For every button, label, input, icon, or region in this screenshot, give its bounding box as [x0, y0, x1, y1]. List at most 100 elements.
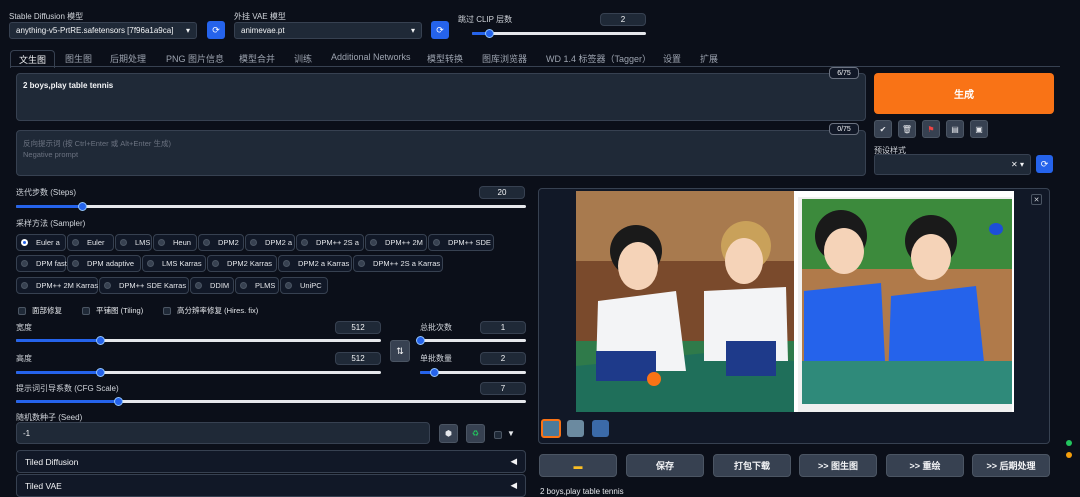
- send-to-img2img-button[interactable]: >> 图生图: [799, 454, 877, 477]
- tab-train[interactable]: 训练: [294, 52, 312, 65]
- radio-dot[interactable]: [21, 260, 28, 267]
- tab-gallery[interactable]: 图库浏览器: [482, 52, 527, 65]
- width-slider-knob[interactable]: [95, 336, 105, 345]
- radio-dot[interactable]: [104, 282, 111, 289]
- height-input[interactable]: 512: [335, 352, 381, 365]
- radio-dot[interactable]: [370, 239, 377, 246]
- triangle-down-icon[interactable]: ▼: [507, 429, 515, 438]
- height-slider-knob[interactable]: [95, 368, 105, 377]
- clip-value-input[interactable]: 2: [600, 13, 646, 26]
- sampler-option[interactable]: DPM2 a: [245, 234, 295, 251]
- radio-dot[interactable]: [285, 282, 292, 289]
- radio-dot[interactable]: [195, 282, 202, 289]
- cfg-slider[interactable]: [16, 397, 526, 406]
- sampler-option[interactable]: Heun: [153, 234, 197, 251]
- cfg-slider-knob[interactable]: [114, 397, 123, 406]
- tab-png-info[interactable]: PNG 图片信息: [166, 52, 224, 65]
- close-icon[interactable]: ✕: [1031, 194, 1042, 205]
- sampler-option[interactable]: DPM2 a Karras: [278, 255, 352, 272]
- generate-button[interactable]: 生成: [874, 73, 1054, 114]
- tab-img2img[interactable]: 图生图: [65, 52, 92, 65]
- sampler-option[interactable]: DPM++ 2S a Karras: [353, 255, 443, 272]
- sampler-option[interactable]: DPM fast: [16, 255, 67, 272]
- cfg-input[interactable]: 7: [480, 382, 526, 395]
- sampler-option[interactable]: DPM2: [198, 234, 244, 251]
- sampler-option[interactable]: LMS Karras: [142, 255, 206, 272]
- steps-input[interactable]: 20: [479, 186, 525, 199]
- hires-checkbox[interactable]: 高分辨率修复 (Hires. fix): [163, 305, 258, 316]
- tab-settings[interactable]: 设置: [663, 52, 681, 65]
- sampler-option[interactable]: DPM2 Karras: [207, 255, 277, 272]
- restore-faces-checkbox[interactable]: 面部修复: [18, 305, 62, 316]
- gallery-thumbnail[interactable]: [541, 419, 561, 438]
- sampler-option[interactable]: DPM++ SDE: [428, 234, 494, 251]
- send-to-inpaint-button[interactable]: >> 重绘: [886, 454, 964, 477]
- batch-count-slider[interactable]: [416, 336, 526, 345]
- refresh-styles-button[interactable]: ⟳: [1036, 155, 1053, 173]
- open-folder-button[interactable]: ▬: [539, 454, 617, 477]
- model-select[interactable]: anything-v5-PrtRE.safetensors [7f96a1a9c…: [9, 22, 197, 39]
- radio-dot[interactable]: [358, 260, 365, 267]
- sampler-option[interactable]: Euler: [67, 234, 114, 251]
- batch-count-slider-knob[interactable]: [416, 336, 425, 345]
- save-button[interactable]: 保存: [626, 454, 704, 477]
- clip-slider-knob[interactable]: [485, 29, 495, 38]
- batch-size-slider-knob[interactable]: [429, 368, 439, 377]
- negative-prompt-textarea[interactable]: 反向提示词 (按 Ctrl+Enter 或 Alt+Enter 生成) Nega…: [16, 130, 866, 176]
- vae-select[interactable]: animevae.pt ▾: [234, 22, 422, 39]
- style-select[interactable]: ✕ ▾: [874, 154, 1031, 175]
- sampler-option[interactable]: DPM++ 2M Karras: [16, 277, 98, 294]
- sampler-option[interactable]: DPM adaptive: [67, 255, 141, 272]
- radio-dot[interactable]: [250, 239, 257, 246]
- checkbox-box[interactable]: [18, 306, 26, 315]
- checkbox-box[interactable]: [82, 306, 90, 315]
- send-to-extras-button[interactable]: >> 后期处理: [972, 454, 1050, 477]
- sampler-option[interactable]: DPM++ 2S a: [296, 234, 364, 251]
- width-slider[interactable]: [16, 336, 381, 345]
- checkbox-box[interactable]: [163, 306, 171, 315]
- tab-merge[interactable]: 模型合并: [239, 52, 275, 65]
- sampler-option[interactable]: Euler a: [16, 234, 66, 251]
- bookmark-icon[interactable]: ⚑: [922, 120, 940, 138]
- radio-dot[interactable]: [21, 239, 28, 246]
- seed-input[interactable]: -1: [16, 422, 430, 444]
- accordion-tiled-vae[interactable]: Tiled VAE ◀: [16, 474, 526, 497]
- radio-dot[interactable]: [283, 260, 290, 267]
- trash-icon[interactable]: 🗑: [898, 120, 916, 138]
- sampler-option[interactable]: DPM++ 2M: [365, 234, 427, 251]
- radio-dot[interactable]: [147, 260, 154, 267]
- radio-dot[interactable]: [158, 239, 165, 246]
- gallery-thumbnail[interactable]: [592, 420, 609, 437]
- sampler-option[interactable]: DDIM: [190, 277, 234, 294]
- zip-download-button[interactable]: 打包下载: [713, 454, 791, 477]
- radio-dot[interactable]: [120, 239, 127, 246]
- radio-dot[interactable]: [433, 239, 440, 246]
- radio-dot[interactable]: [301, 239, 308, 246]
- tab-extensions[interactable]: 扩展: [700, 52, 718, 65]
- tab-additional-networks[interactable]: Additional Networks: [331, 52, 411, 62]
- radio-dot[interactable]: [21, 282, 28, 289]
- height-slider[interactable]: [16, 368, 381, 377]
- save-style-icon[interactable]: ▣: [970, 120, 988, 138]
- result-image[interactable]: [576, 191, 1014, 412]
- radio-dot[interactable]: [72, 239, 79, 246]
- refresh-models-button[interactable]: ⟳: [207, 21, 225, 39]
- radio-dot[interactable]: [212, 260, 219, 267]
- tiling-checkbox[interactable]: 平铺图 (Tiling): [82, 305, 143, 316]
- refresh-vae-button[interactable]: ⟳: [431, 21, 449, 39]
- sampler-option[interactable]: PLMS: [235, 277, 279, 294]
- swap-dimensions-button[interactable]: ⇅: [390, 340, 410, 362]
- extra-seed-checkbox[interactable]: [494, 431, 502, 439]
- random-seed-button[interactable]: ⬢: [439, 424, 458, 443]
- gallery-thumbnail[interactable]: [567, 420, 584, 437]
- tab-convert[interactable]: 模型转换: [427, 52, 463, 65]
- radio-dot[interactable]: [203, 239, 210, 246]
- sampler-option[interactable]: UniPC: [280, 277, 328, 294]
- accordion-tiled-diffusion[interactable]: Tiled Diffusion ◀: [16, 450, 526, 473]
- reuse-seed-button[interactable]: ♻: [466, 424, 485, 443]
- width-input[interactable]: 512: [335, 321, 381, 334]
- check-icon[interactable]: ✔: [874, 120, 892, 138]
- prompt-textarea[interactable]: 2 boys,play table tennis: [16, 73, 866, 121]
- radio-dot[interactable]: [240, 282, 247, 289]
- steps-slider[interactable]: [16, 202, 526, 211]
